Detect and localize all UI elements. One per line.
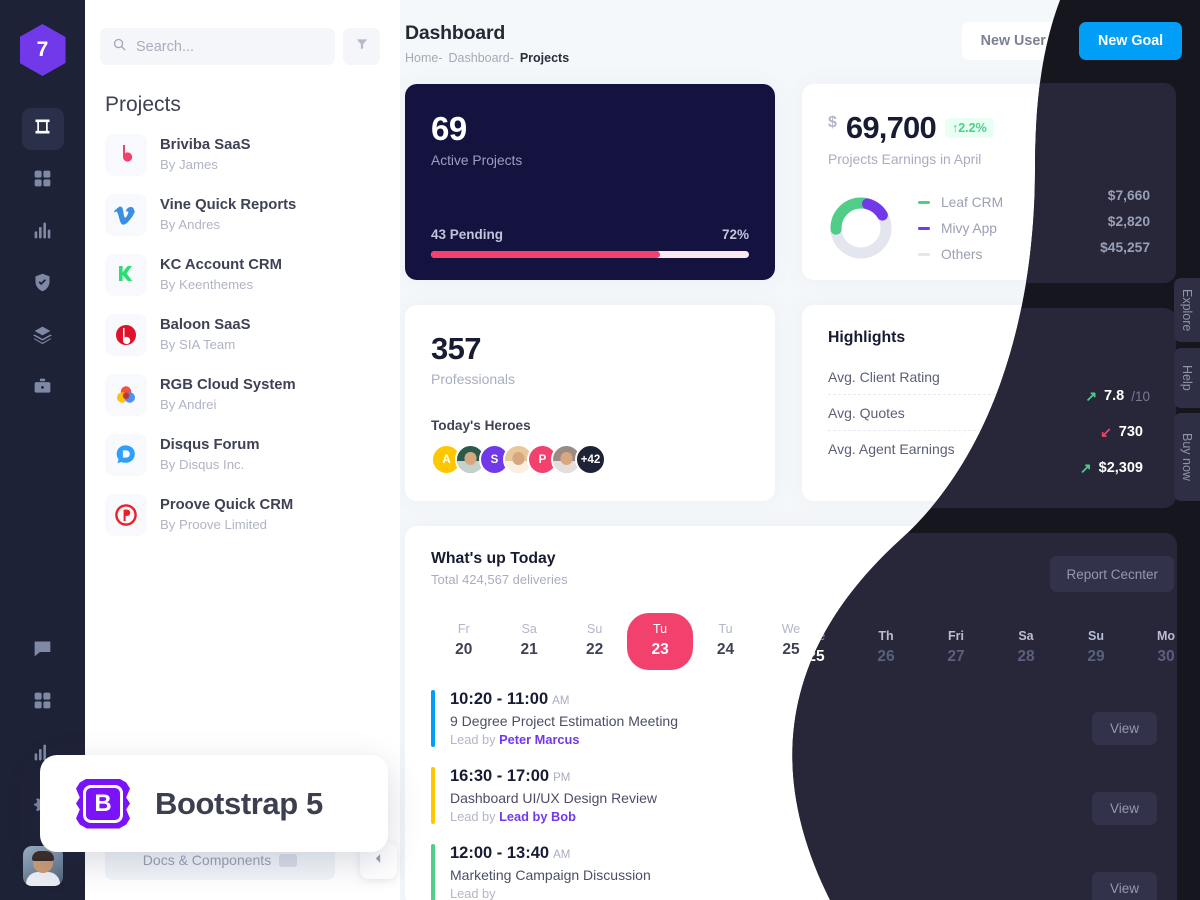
calendar-day-dark[interactable]: Fr 20 (431, 620, 501, 677)
highlight-value-text-dark: 7.8 (1104, 388, 1125, 404)
bootstrap-logo-icon: B (76, 778, 130, 829)
day-number-dark: 24 (737, 648, 755, 665)
highlights-values-dark: ↗ 7.8/10 ↙ 730 ↗ $2,309 (1000, 378, 1150, 486)
legend-value-dark: $2,820 (1107, 214, 1150, 229)
day-number-dark: 28 (1017, 648, 1035, 665)
calendar-day-dark[interactable]: Su 22 (571, 620, 641, 677)
event-view-button-dark[interactable]: View (1092, 792, 1157, 825)
calendar-day-dark[interactable]: Th 26 (851, 620, 921, 677)
calendar-day-dark[interactable]: Su 29 (1061, 620, 1131, 677)
highlight-value-dark: ↗ $2,309 (1000, 450, 1150, 486)
day-of-week-dark: We (806, 629, 826, 643)
calendar-day-dark[interactable]: Fri 27 (921, 620, 991, 677)
side-tab-explore[interactable]: Explore (1174, 278, 1200, 342)
calendar-day-dark[interactable]: Tu 23 (641, 620, 711, 677)
day-number-dark: 29 (1087, 648, 1105, 665)
day-strip-dark: Fr 20 Sa 21 Su 22 Tu 23 Tu 24 We 25 Th 26 Fri 27 Sa 28 Su 2… (431, 620, 1200, 677)
highlight-value-text-dark: $2,309 (1098, 460, 1143, 476)
report-center-button-dark[interactable]: Report Cecnter (1050, 556, 1174, 592)
event-view-button-dark[interactable]: View (1092, 872, 1157, 900)
highlight-value-dark: ↗ 7.8/10 (1000, 378, 1150, 414)
day-of-week-dark: Fri (948, 629, 964, 643)
day-of-week-dark: Mo (1156, 629, 1176, 643)
day-number-dark: 20 (457, 648, 475, 665)
day-of-week-dark: Fr (460, 629, 472, 643)
calendar-day-dark[interactable]: Tu 24 (711, 620, 781, 677)
day-number-dark: 22 (597, 648, 615, 665)
calendar-day-dark[interactable]: Sa 28 (991, 620, 1061, 677)
day-of-week-dark: Tu (668, 629, 684, 643)
day-number-dark: 21 (527, 648, 545, 665)
trend-arrow-icon-dark: ↗ (1079, 459, 1092, 476)
new-goal-button-dark[interactable]: New Goal (1079, 22, 1182, 60)
calendar-day-dark[interactable]: We 25 (781, 620, 851, 677)
day-of-week-dark: Th (878, 629, 894, 643)
day-of-week-dark: Sa (1018, 629, 1034, 643)
highlight-suffix-dark: /10 (1131, 388, 1150, 404)
bootstrap-badge: B Bootstrap 5 (40, 755, 388, 852)
day-of-week-dark: Su (1088, 629, 1104, 643)
event-view-button-dark[interactable]: View (1092, 712, 1157, 745)
day-of-week-dark: Su (598, 629, 614, 643)
calendar-day-dark[interactable]: Sa 21 (501, 620, 571, 677)
legend-value-dark: $45,257 (1100, 240, 1150, 255)
trend-arrow-icon-dark: ↙ (1100, 423, 1112, 440)
day-of-week-dark: Tu (738, 629, 754, 643)
side-tab-help[interactable]: Help (1174, 348, 1200, 408)
bootstrap-badge-text: Bootstrap 5 (155, 785, 323, 821)
day-of-week-dark: Sa (528, 629, 544, 643)
day-number-dark: 27 (947, 648, 965, 665)
day-number-dark: 23 (667, 648, 685, 665)
trend-arrow-icon-dark: ↗ (1085, 387, 1098, 404)
bootstrap-logo-letter: B (83, 784, 123, 823)
day-number-dark: 30 (1157, 648, 1175, 665)
day-number-dark: 26 (877, 648, 895, 665)
side-tab-buy-now[interactable]: Buy now (1174, 413, 1200, 501)
highlight-value-text-dark: 730 (1118, 424, 1143, 440)
earnings-legend-values-dark: $7,660 $2,820 $45,257 (1020, 183, 1150, 261)
calendar-day-dark[interactable]: Mo 30 (1131, 620, 1200, 677)
legend-value-dark: $7,660 (1107, 188, 1150, 203)
highlight-value-dark: ↙ 730 (1000, 414, 1150, 450)
day-number-dark: 25 (807, 648, 825, 665)
